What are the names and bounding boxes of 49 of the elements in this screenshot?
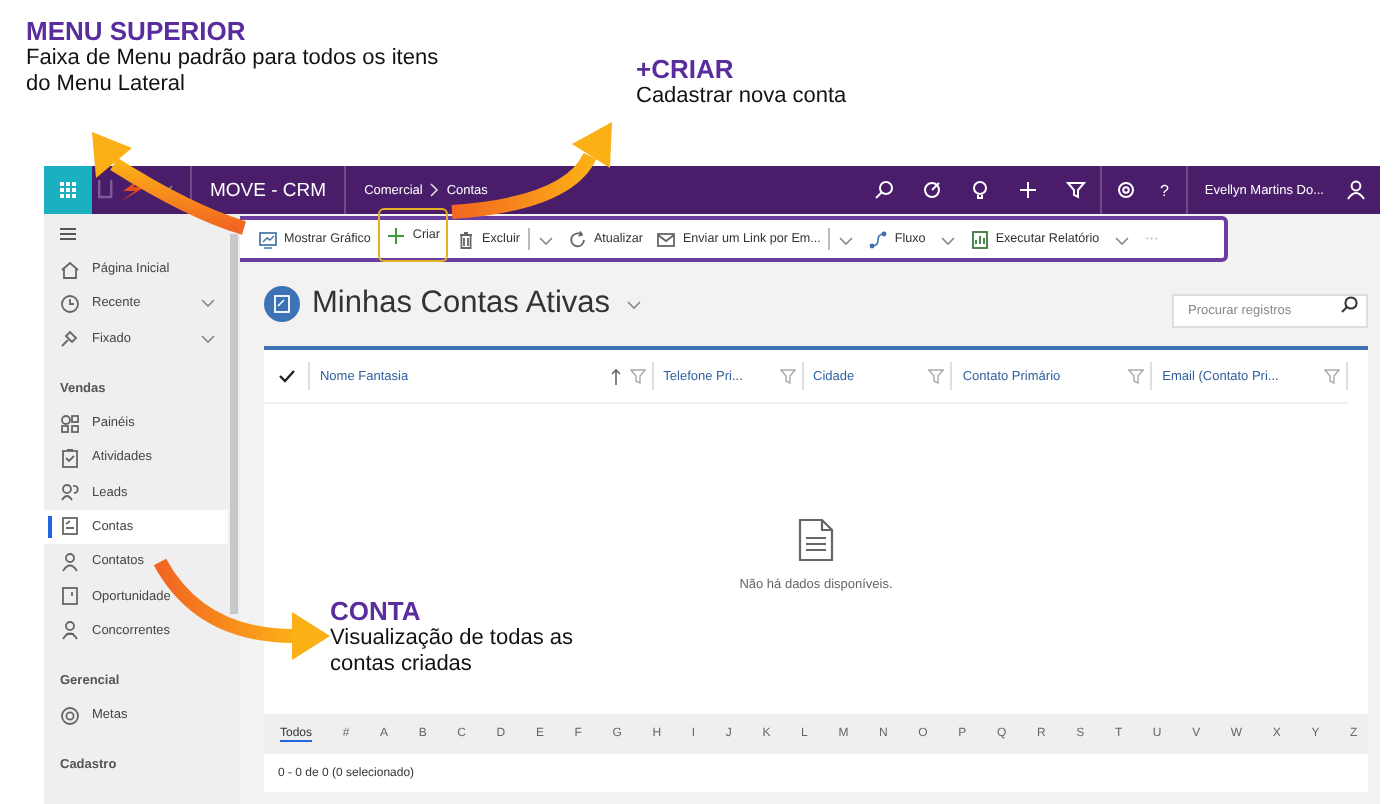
accounts-icon <box>264 286 300 322</box>
flow-icon <box>868 229 889 249</box>
app-launcher-button[interactable] <box>44 166 92 214</box>
settings-icon[interactable] <box>1115 180 1136 200</box>
annotation-title: CONTA <box>330 596 423 626</box>
lightbulb-icon[interactable] <box>969 180 990 200</box>
plus-icon[interactable] <box>1017 180 1038 200</box>
person-icon <box>60 551 80 572</box>
annotation-text: Visualização de todas as contas criadas <box>330 626 575 679</box>
chevron-icon <box>1113 233 1130 245</box>
clock-icon <box>60 293 80 314</box>
annotation-title: +CRIAR <box>636 54 736 84</box>
app-name[interactable]: MOVE - CRM <box>192 179 345 201</box>
chevron-icon <box>537 233 554 245</box>
menu-icon[interactable] <box>58 226 78 242</box>
home-icon <box>60 259 80 280</box>
view-title[interactable]: Minhas Contas Ativas <box>312 286 611 322</box>
clipboard-icon <box>60 447 80 468</box>
help-button[interactable]: ? <box>1149 181 1187 199</box>
person-icon[interactable] <box>1346 180 1366 200</box>
chart-icon <box>258 229 278 249</box>
refresh-icon <box>567 229 588 249</box>
scrollbar[interactable] <box>230 234 238 614</box>
report-icon <box>969 229 990 249</box>
chevron-icon <box>939 233 956 245</box>
chevron-icon[interactable] <box>626 297 645 311</box>
search-icon[interactable] <box>1340 295 1358 313</box>
chevron-icon[interactable] <box>200 296 216 311</box>
card-icon <box>60 586 80 607</box>
annotation-text: Faixa de Menu padrão para todos os itens do Menu Lateral <box>26 46 441 99</box>
annotation-title: MENU SUPERIOR <box>26 16 248 46</box>
breadcrumb-separator-icon <box>428 182 441 198</box>
dashboard-icon <box>60 413 80 434</box>
plus-icon <box>386 225 407 245</box>
document-icon <box>60 516 80 537</box>
trash-icon <box>456 229 477 249</box>
select-all-checkmark-icon[interactable] <box>278 368 296 384</box>
target-icon[interactable] <box>921 180 942 200</box>
search-icon[interactable] <box>873 180 894 200</box>
document-icon <box>798 518 834 562</box>
chevron-icon[interactable] <box>200 331 216 346</box>
pin-icon <box>60 328 80 349</box>
annotation-text: Cadastrar nova conta <box>636 84 849 111</box>
grid-icon <box>60 182 76 198</box>
email-icon <box>656 229 677 249</box>
logo-icon <box>98 178 146 202</box>
sort-arrow-icon[interactable] <box>609 367 622 385</box>
chevron-icon <box>838 233 855 245</box>
target-icon <box>60 705 80 726</box>
